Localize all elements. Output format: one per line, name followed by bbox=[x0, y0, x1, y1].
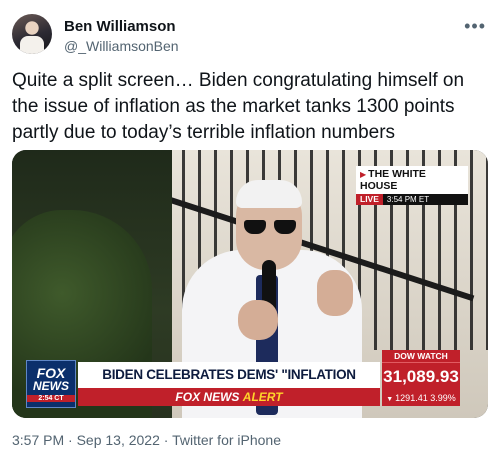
alert-bar: FOX NEWS ALERT bbox=[78, 388, 380, 406]
alert-word: ALERT bbox=[242, 390, 283, 404]
dow-change-pct: 3.99% bbox=[430, 393, 456, 403]
chyron-headline: BIDEN CELEBRATES DEMS' "INFLATION REDUCT… bbox=[78, 362, 380, 408]
live-time: 3:54 PM ET bbox=[386, 195, 430, 204]
sunglasses bbox=[244, 220, 296, 234]
author-name[interactable]: Ben Williamson bbox=[64, 18, 176, 35]
avatar[interactable] bbox=[12, 14, 52, 54]
network-time: 2:54 CT bbox=[27, 395, 75, 402]
speaker-hair bbox=[236, 180, 302, 208]
news-chyron: FOX NEWS 2:54 CT BIDEN CELEBRATES DEMS' … bbox=[12, 350, 488, 418]
author-handle[interactable]: @_WilliamsonBen bbox=[64, 38, 179, 54]
tweet-media[interactable]: ▶ THE WHITE HOUSE LIVE 3:54 PM ET FOX NEW… bbox=[12, 150, 488, 418]
play-triangle-icon: ▶ bbox=[360, 170, 367, 179]
down-arrow-icon: ▼ bbox=[386, 396, 394, 403]
location-label: THE WHITE HOUSE bbox=[360, 168, 426, 192]
dow-change: 1291.41 bbox=[395, 393, 428, 403]
dow-watch-box: DOW WATCH 31,089.93 ▼ 1291.41 3.99% bbox=[382, 350, 460, 406]
dow-change-row: ▼ 1291.41 3.99% bbox=[382, 390, 460, 406]
fox-news-logo: FOX NEWS 2:54 CT bbox=[26, 360, 76, 408]
ellipsis-icon[interactable]: ••• bbox=[464, 16, 486, 37]
tweet-header: Ben Williamson @_WilliamsonBen ••• bbox=[12, 12, 488, 56]
tweet-timestamp[interactable]: 3:57 PM · Sep 13, 2022 · Twitter for iPh… bbox=[12, 432, 281, 448]
alert-network: FOX NEWS bbox=[175, 390, 240, 404]
logo-line-2: NEWS bbox=[33, 379, 69, 393]
logo-line-1: FOX bbox=[36, 365, 66, 381]
live-badge: LIVE bbox=[356, 194, 383, 205]
dow-label: DOW WATCH bbox=[382, 350, 460, 362]
location-tag: ▶ THE WHITE HOUSE LIVE 3:54 PM ET bbox=[356, 166, 468, 205]
speaker-hand-right bbox=[317, 270, 353, 316]
dow-value: 31,089.93 bbox=[382, 362, 460, 390]
tweet-text: Quite a split screen… Biden congratulati… bbox=[12, 70, 465, 143]
speaker-hand-left bbox=[238, 300, 278, 340]
